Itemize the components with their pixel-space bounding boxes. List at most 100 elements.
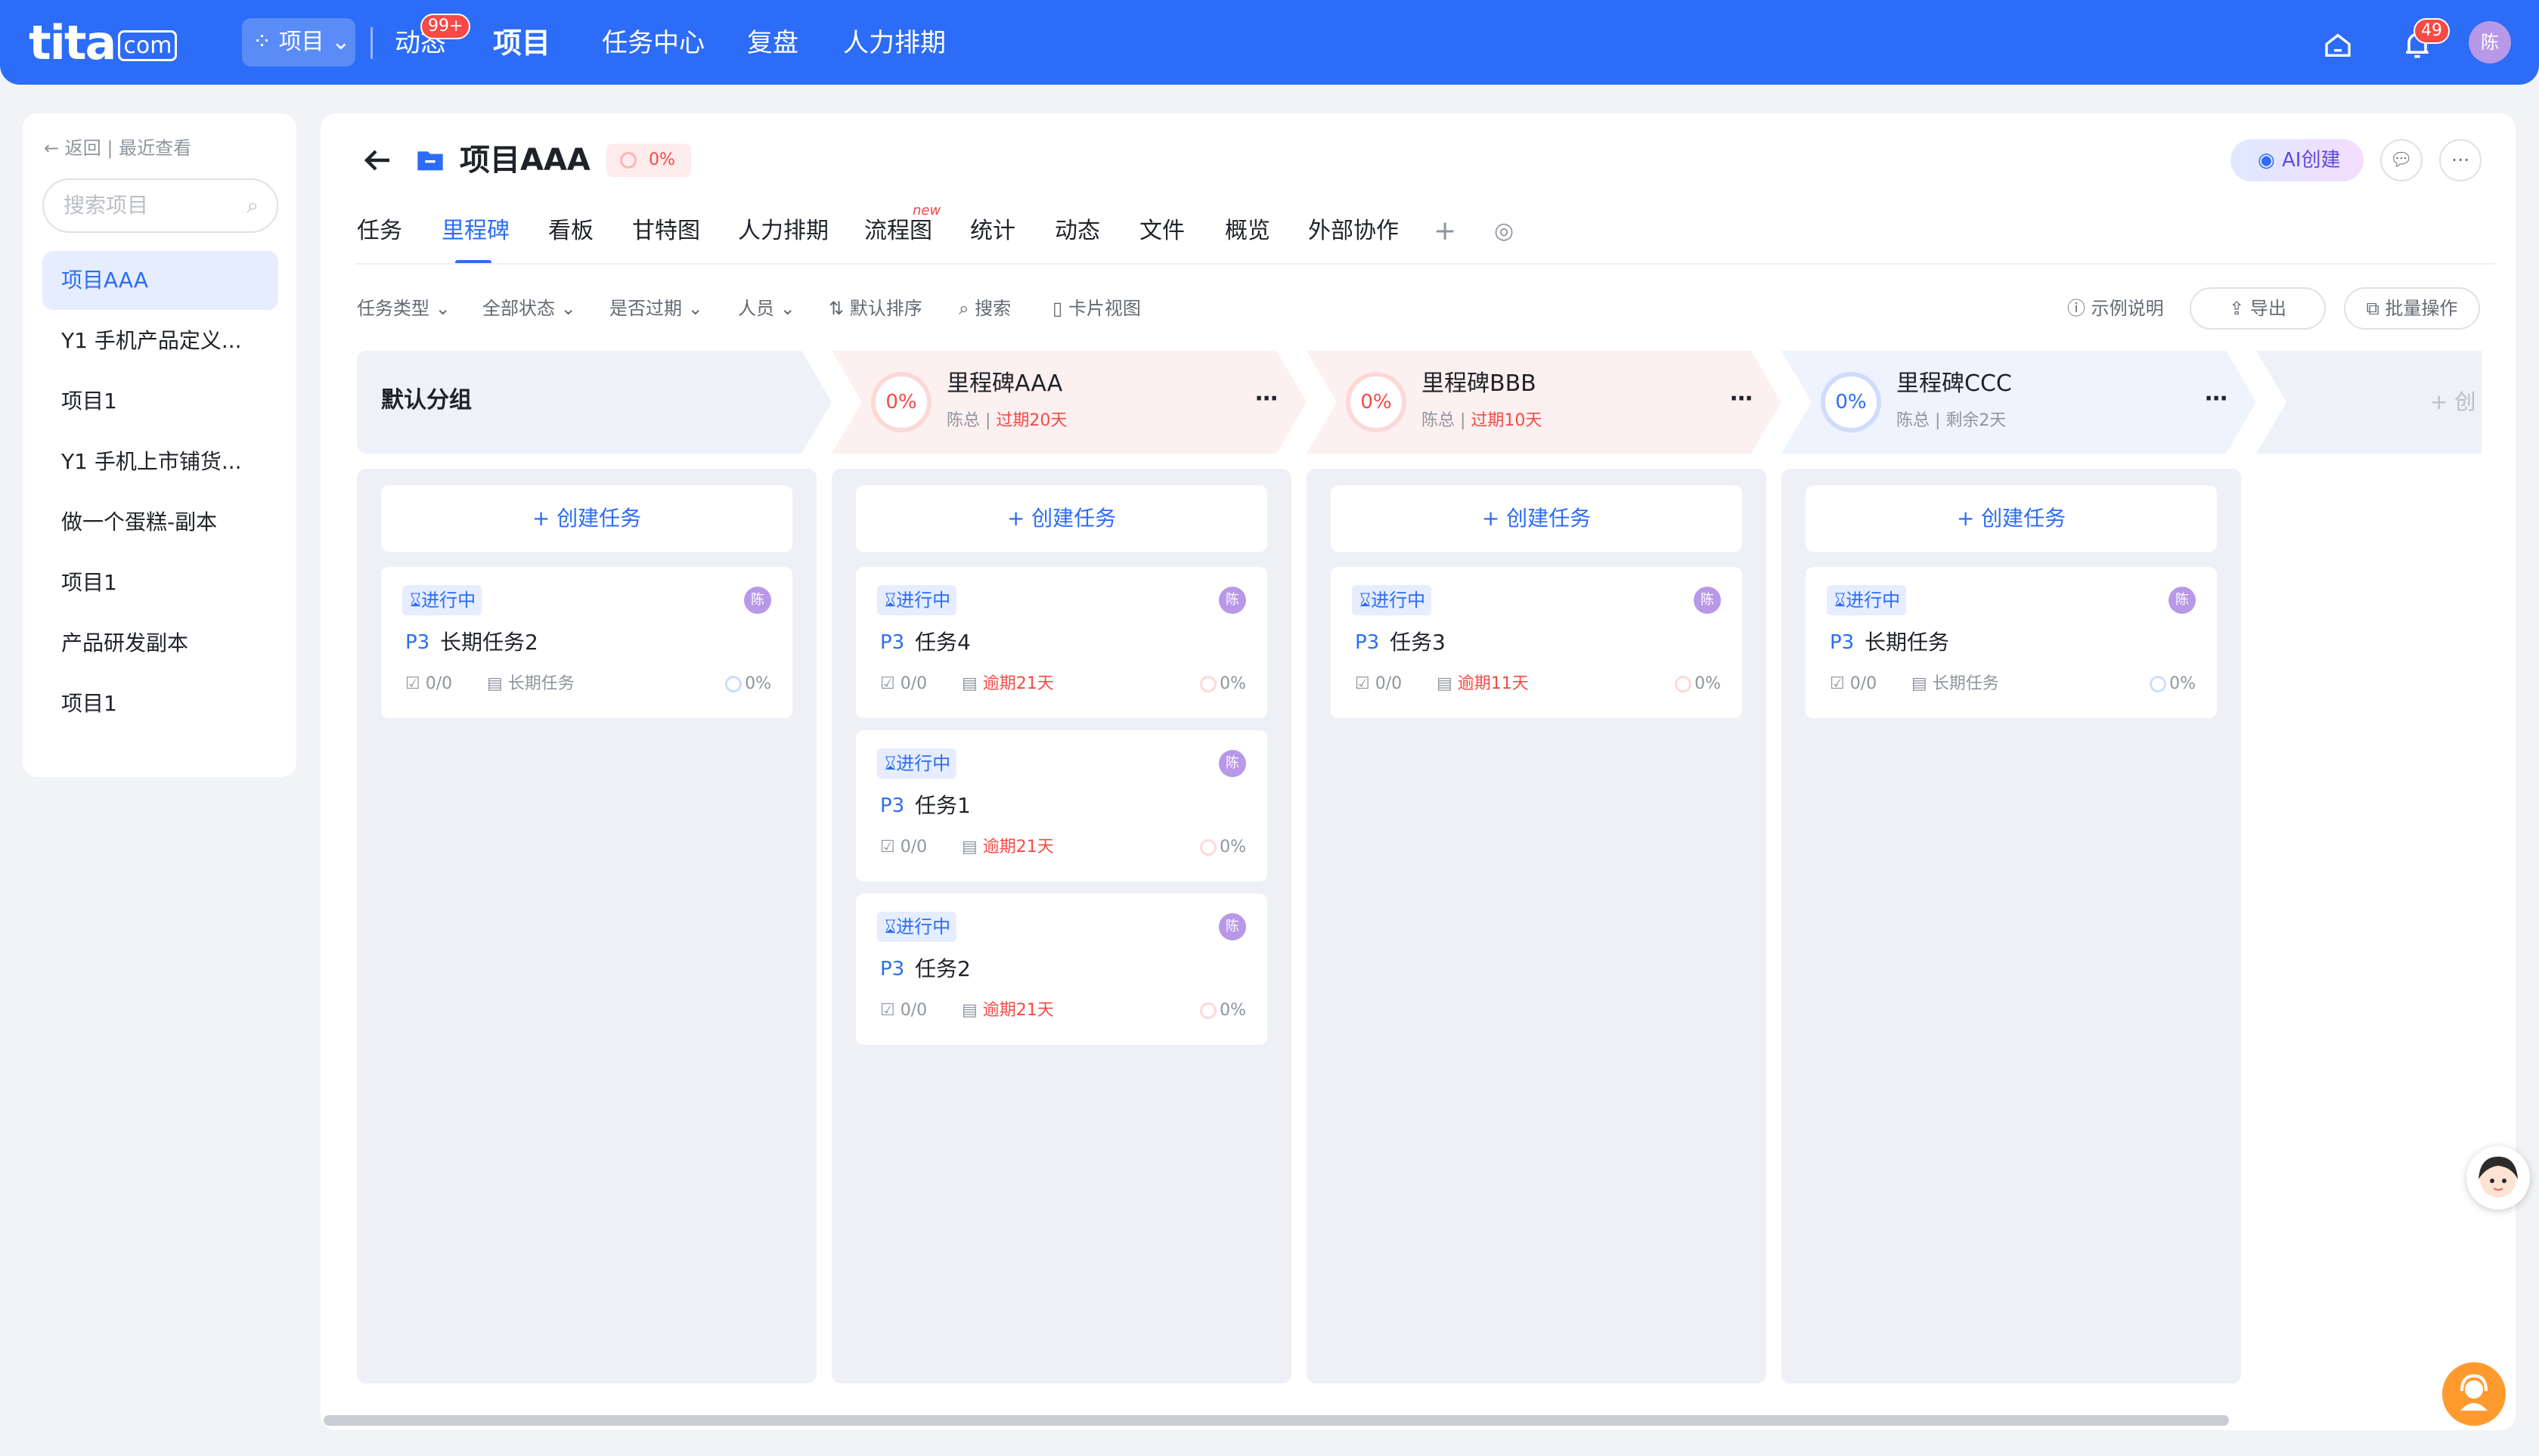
milestone-more-icon[interactable]: ⋯ xyxy=(2205,384,2227,414)
tab-files[interactable]: 文件 xyxy=(1139,215,1185,248)
due-date: ▤ 长期任务 xyxy=(487,673,575,695)
example-help[interactable]: ⓘ 示例说明 xyxy=(2067,295,2164,322)
assignee-avatar[interactable]: 陈 xyxy=(2169,587,2196,614)
nav-staff-schedule[interactable]: 人力排期 xyxy=(843,23,946,64)
milestone-title[interactable]: 里程碑AAA xyxy=(947,369,1062,399)
create-task-button[interactable]: + 创建任务 xyxy=(1806,485,2217,552)
task-progress-value: 0% xyxy=(1694,674,1721,693)
add-tab-icon[interactable]: + xyxy=(1434,215,1456,248)
sort-icon: ⇅ xyxy=(829,298,850,319)
horizontal-scrollbar[interactable] xyxy=(324,1415,2229,1426)
milestone-more-icon[interactable]: ⋯ xyxy=(1255,384,1278,414)
ai-robot-icon: ◉ xyxy=(2258,149,2275,172)
card-view-toggle[interactable]: ▯ 卡片视图 xyxy=(1052,295,1141,322)
back-link[interactable]: 返回 xyxy=(65,138,101,159)
chevron-down-icon: ⌄ xyxy=(429,298,451,319)
milestone-title[interactable]: 里程碑CCC xyxy=(1896,369,2012,399)
create-task-button[interactable]: + 创建任务 xyxy=(381,485,792,552)
tab-activity[interactable]: 动态 xyxy=(1055,215,1100,248)
tab-staff-schedule[interactable]: 人力排期 xyxy=(738,215,829,248)
create-task-button[interactable]: + 创建任务 xyxy=(856,485,1267,552)
task-card[interactable]: ⌛︎进行中 陈 P3 长期任务2 ☑ 0/0 ▤ 长期任务 0% xyxy=(381,567,792,718)
tab-flowchart[interactable]: 流程图 xyxy=(864,215,932,248)
task-name[interactable]: 长期任务 xyxy=(1865,627,1949,658)
tab-milestones[interactable]: 里程碑 xyxy=(442,215,510,248)
task-card[interactable]: ⌛︎进行中 陈 P3 任务2 ☑ 0/0 ▤ 逾期21天 0% xyxy=(856,894,1267,1045)
nav-project[interactable]: 项目 xyxy=(493,23,550,64)
nav-task-center[interactable]: 任务中心 xyxy=(602,23,705,64)
progress-ring-icon xyxy=(1200,839,1217,856)
export-button[interactable]: ⇪ 导出 xyxy=(2190,287,2326,330)
tab-gantt[interactable]: 甘特图 xyxy=(632,215,700,248)
hourglass-icon: ⌛︎ xyxy=(885,916,897,937)
filter-people[interactable]: 人员 ⌄ xyxy=(738,295,795,322)
task-progress: 0% xyxy=(1675,673,1721,695)
task-name[interactable]: 任务1 xyxy=(915,791,971,821)
customer-service-icon[interactable] xyxy=(2442,1362,2506,1426)
task-name[interactable]: 任务2 xyxy=(915,954,971,984)
progress-ring-icon xyxy=(725,676,742,692)
task-name[interactable]: 长期任务2 xyxy=(440,627,538,658)
sidebar-item-project[interactable]: 项目1 xyxy=(42,372,278,431)
app-switcher-label: 项目 xyxy=(278,29,324,55)
user-avatar[interactable]: 陈 xyxy=(2469,21,2511,64)
task-progress: 0% xyxy=(725,673,771,695)
sidebar-item-project-aaa[interactable]: 项目AAA xyxy=(42,251,278,310)
milestone-title[interactable]: 里程碑BBB xyxy=(1421,369,1536,399)
project-search-input[interactable]: 搜索项目 ⌕ xyxy=(42,178,278,233)
filter-overdue[interactable]: 是否过期 ⌄ xyxy=(609,295,703,322)
assignee-avatar[interactable]: 陈 xyxy=(1219,913,1246,940)
task-card[interactable]: ⌛︎进行中 陈 P3 任务3 ☑ 0/0 ▤ 逾期11天 0% xyxy=(1331,567,1742,718)
status-badge: ⌛︎进行中 xyxy=(877,748,957,779)
filter-task-type[interactable]: 任务类型 ⌄ xyxy=(357,295,451,322)
comment-icon[interactable]: 💬︎ xyxy=(2380,139,2423,181)
assignee-avatar[interactable]: 陈 xyxy=(1219,587,1246,614)
sidebar-item-project[interactable]: 项目1 xyxy=(42,674,278,733)
task-card[interactable]: ⌛︎进行中 陈 P3 长期任务 ☑ 0/0 ▤ 长期任务 0% xyxy=(1806,567,2217,718)
home-icon[interactable] xyxy=(2323,30,2353,60)
nav-review[interactable]: 复盘 xyxy=(747,23,798,64)
assistant-face-icon xyxy=(2479,1157,2518,1197)
project-progress-value: 0% xyxy=(649,150,675,169)
tab-statistics[interactable]: 统计 xyxy=(970,215,1015,248)
checklist-count: ☑ 0/0 xyxy=(880,999,927,1022)
sort-default[interactable]: ⇅ 默认排序 xyxy=(829,295,922,322)
sidebar-item-project[interactable]: 做一个蛋糕-副本 xyxy=(42,493,278,552)
sidebar-item-project[interactable]: Y1 手机产品定义... xyxy=(42,311,278,370)
task-name[interactable]: 任务4 xyxy=(915,627,971,658)
sidebar-item-project[interactable]: Y1 手机上市铺货... xyxy=(42,432,278,491)
batch-operation-button[interactable]: ⧉ 批量操作 xyxy=(2344,287,2480,330)
search-button[interactable]: ⌕ 搜索 xyxy=(959,295,1011,322)
sidebar-item-project[interactable]: 产品研发副本 xyxy=(42,614,278,673)
task-progress: 0% xyxy=(2150,673,2196,695)
assistant-avatar-icon[interactable] xyxy=(2466,1146,2530,1210)
due-date-text: 长期任务 xyxy=(1932,674,1999,693)
sidebar-item-project[interactable]: 项目1 xyxy=(42,553,278,612)
task-card[interactable]: ⌛︎进行中 陈 P3 任务1 ☑ 0/0 ▤ 逾期21天 0% xyxy=(856,730,1267,881)
task-name[interactable]: 任务3 xyxy=(1390,627,1446,658)
app-switcher-button[interactable]: ⁘ 项目 ⌄ xyxy=(242,18,355,67)
logo-suffix: com xyxy=(118,29,178,61)
tab-external[interactable]: 外部协作 xyxy=(1308,215,1399,248)
more-icon[interactable]: ⋯ xyxy=(2439,139,2482,181)
tab-tasks[interactable]: 任务 xyxy=(357,215,402,248)
add-milestone-button[interactable]: + 创 xyxy=(2430,387,2475,417)
tab-overview[interactable]: 概览 xyxy=(1225,215,1270,248)
tab-kanban[interactable]: 看板 xyxy=(548,215,594,248)
milestone-progress-ring: 0% xyxy=(1346,372,1406,432)
milestone-more-icon[interactable]: ⋯ xyxy=(1730,384,1753,414)
back-arrow-icon[interactable] xyxy=(359,142,395,178)
tab-settings-icon[interactable]: ◎ xyxy=(1494,215,1514,248)
assignee-avatar[interactable]: 陈 xyxy=(744,587,771,614)
ai-create-button[interactable]: ◉ AI创建 xyxy=(2231,139,2364,181)
assignee-avatar[interactable]: 陈 xyxy=(1694,587,1721,614)
create-task-button[interactable]: + 创建任务 xyxy=(1331,485,1742,552)
tita-logo[interactable]: tita com xyxy=(29,17,178,73)
nav-task-center-label: 任务中心 xyxy=(602,28,705,58)
back-arrow-icon[interactable]: ← xyxy=(44,138,65,159)
task-progress-value: 0% xyxy=(1220,1001,1246,1020)
filter-status[interactable]: 全部状态 ⌄ xyxy=(482,295,576,322)
due-date-text: 逾期21天 xyxy=(982,674,1054,693)
task-card[interactable]: ⌛︎进行中 陈 P3 任务4 ☑ 0/0 ▤ 逾期21天 0% xyxy=(856,567,1267,718)
assignee-avatar[interactable]: 陈 xyxy=(1219,750,1246,777)
